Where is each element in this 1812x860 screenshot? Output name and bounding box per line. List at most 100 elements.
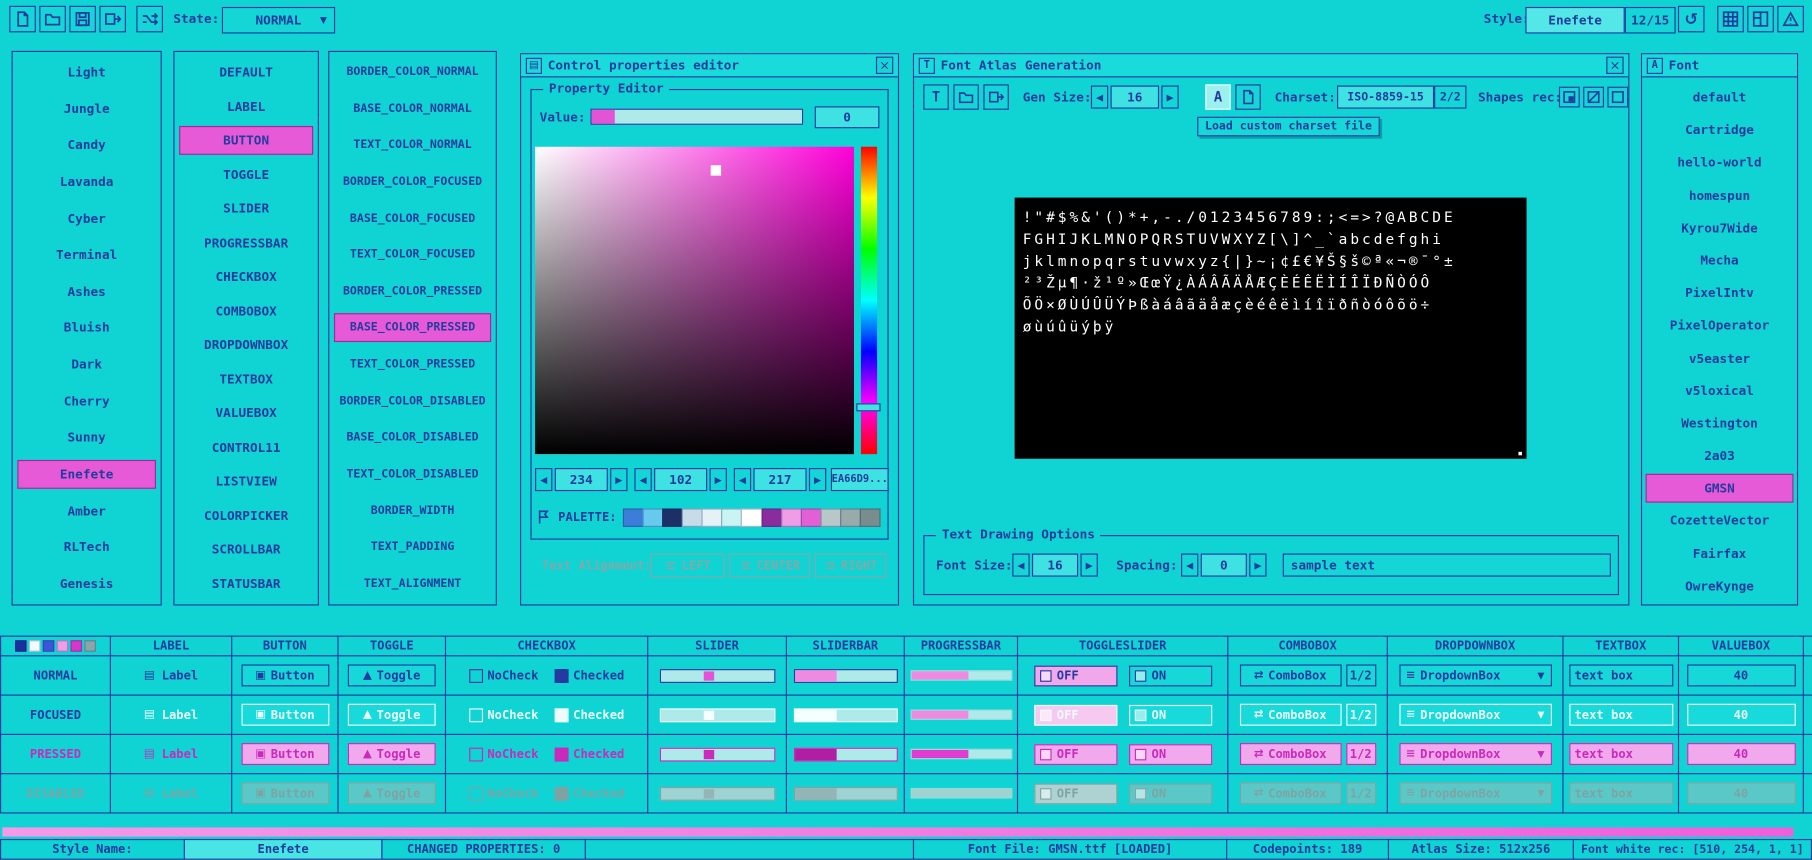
new-style-button[interactable] <box>9 6 36 33</box>
style-list-item[interactable]: Terminal <box>17 241 156 270</box>
style-list-item[interactable]: Bluish <box>17 314 156 343</box>
slider-preview[interactable] <box>659 708 775 722</box>
control-list-item[interactable]: SLIDER <box>179 194 313 223</box>
checkbox-unchecked-preview[interactable]: NoCheck <box>469 747 539 761</box>
close-button[interactable]: × <box>876 57 893 74</box>
property-list-item[interactable]: BASE_COLOR_DISABLED <box>334 423 491 452</box>
style-list-item[interactable]: Amber <box>17 497 156 526</box>
combobox-preview[interactable]: ⇄ComboBox <box>1239 782 1341 804</box>
font-list-item[interactable]: Kyrou7Wide <box>1646 213 1794 242</box>
checkbox-checked-preview[interactable]: Checked <box>555 747 625 761</box>
gen-size-decrement-button[interactable]: ◀ <box>1091 86 1108 109</box>
value-box[interactable]: 0 <box>815 106 880 128</box>
font-size-box[interactable]: 16 <box>1032 554 1078 577</box>
toggleslider-off-preview[interactable]: OFF <box>1034 704 1117 725</box>
button-preview[interactable]: ▣Button <box>241 743 329 765</box>
textbox-preview[interactable]: text box <box>1569 664 1673 686</box>
button-preview[interactable]: ▣Button <box>241 704 329 726</box>
valuebox-preview[interactable]: 40 <box>1687 743 1796 765</box>
font-list-item[interactable]: Cartridge <box>1646 116 1794 145</box>
palette-swatch[interactable] <box>643 508 664 526</box>
control-list-item[interactable]: TOGGLE <box>179 160 313 189</box>
sliderbar-preview[interactable] <box>793 669 897 683</box>
style-list-item-selected[interactable]: Enefete <box>17 460 156 489</box>
property-list-item[interactable]: BASE_COLOR_FOCUSED <box>334 204 491 233</box>
font-list-item[interactable]: PixelIntv <box>1646 279 1794 308</box>
font-list-item[interactable]: CozetteVector <box>1646 507 1794 536</box>
toggleslider-on-preview[interactable]: ON <box>1128 704 1211 725</box>
control-list-item[interactable]: LISTVIEW <box>179 467 313 496</box>
property-list-item[interactable]: TEXT_ALIGNMENT <box>334 570 491 599</box>
color-picker-cursor[interactable] <box>711 165 721 175</box>
align-center-button[interactable]: CENTER <box>729 554 810 578</box>
font-list-item[interactable]: default <box>1646 83 1794 112</box>
green-increment-button[interactable]: ▶ <box>710 468 727 491</box>
align-right-button[interactable]: RIGHT <box>815 554 887 578</box>
slider-thumb[interactable] <box>703 789 713 798</box>
checkbox-unchecked-preview[interactable]: NoCheck <box>469 669 539 683</box>
close-button[interactable]: × <box>1606 57 1623 74</box>
random-style-button[interactable] <box>136 6 163 33</box>
palette-swatch[interactable] <box>623 508 644 526</box>
font-list-item[interactable]: PixelOperator <box>1646 311 1794 340</box>
font-list-item[interactable]: OwreKynge <box>1646 572 1794 601</box>
property-list-item[interactable]: BORDER_COLOR_DISABLED <box>334 387 491 416</box>
sliderbar-preview[interactable] <box>793 747 897 761</box>
palette-swatch[interactable] <box>702 508 723 526</box>
font-atlas-titlebar[interactable]: T Font Atlas Generation × <box>914 54 1628 77</box>
slider-thumb[interactable] <box>703 671 713 680</box>
valuebox-preview[interactable]: 40 <box>1687 782 1796 804</box>
style-list-item[interactable]: Cherry <box>17 387 156 416</box>
font-window-titlebar[interactable]: A Font <box>1642 54 1797 77</box>
align-left-button[interactable]: LEFT <box>651 554 725 578</box>
charset-box[interactable]: ISO-8859-15 <box>1337 86 1434 109</box>
hex-value-box[interactable]: EA66D9... <box>831 468 889 491</box>
property-list-item[interactable]: TEXT_COLOR_PRESSED <box>334 350 491 379</box>
style-list-item[interactable]: Lavanda <box>17 167 156 196</box>
style-list-item[interactable]: Sunny <box>17 423 156 452</box>
combobox-preview[interactable]: ⇄ComboBox <box>1239 704 1341 726</box>
dropdownbox-preview[interactable]: ≡DropdownBox▼ <box>1399 782 1552 804</box>
palette-swatch[interactable] <box>741 508 762 526</box>
sliderbar-preview[interactable] <box>793 708 897 722</box>
about-button[interactable] <box>1777 6 1804 33</box>
control-list-item[interactable]: DROPDOWNBOX <box>179 331 313 360</box>
control-list-item[interactable]: STATUSBAR <box>179 570 313 599</box>
blue-decrement-button[interactable]: ◀ <box>734 468 751 491</box>
palette-swatch[interactable] <box>761 508 782 526</box>
spacing-box[interactable]: 0 <box>1201 554 1247 577</box>
export-style-button[interactable] <box>99 6 126 33</box>
combobox-preview[interactable]: ⇄ComboBox <box>1239 743 1341 765</box>
valuebox-preview[interactable]: 40 <box>1687 704 1796 726</box>
control-list-item[interactable]: PROGRESSBAR <box>179 228 313 257</box>
load-font-button[interactable] <box>953 84 978 109</box>
shapes-rec-white-button[interactable] <box>1559 87 1580 108</box>
dropdownbox-preview[interactable]: ≡DropdownBox▼ <box>1399 704 1552 726</box>
style-list-item[interactable]: RLTech <box>17 533 156 562</box>
style-list-item[interactable]: Ashes <box>17 277 156 306</box>
hue-bar-handle[interactable] <box>856 403 880 411</box>
spacing-increment-button[interactable]: ▶ <box>1249 554 1266 577</box>
slider-thumb[interactable] <box>703 749 713 758</box>
property-list-item[interactable]: BORDER_COLOR_NORMAL <box>334 58 491 87</box>
style-list-item[interactable]: Jungle <box>17 94 156 123</box>
control-list-item[interactable]: CONTROL11 <box>179 433 313 462</box>
textbox-preview[interactable]: text box <box>1569 743 1673 765</box>
dropdownbox-preview[interactable]: ≡DropdownBox▼ <box>1399 743 1552 765</box>
slider-preview[interactable] <box>659 669 775 683</box>
green-decrement-button[interactable]: ◀ <box>634 468 651 491</box>
font-list-item[interactable]: Mecha <box>1646 246 1794 275</box>
palette-swatch[interactable] <box>800 508 821 526</box>
valuebox-preview[interactable]: 40 <box>1687 664 1796 686</box>
hue-bar[interactable] <box>861 147 877 454</box>
charset-file-button[interactable] <box>1235 84 1260 109</box>
control-list-item[interactable]: CHECKBOX <box>179 263 313 292</box>
toggleslider-off-preview[interactable]: OFF <box>1034 783 1117 804</box>
sample-text-input[interactable]: sample text <box>1283 554 1611 577</box>
property-list-item[interactable]: TEXT_COLOR_NORMAL <box>334 131 491 160</box>
font-size-increment-button[interactable]: ▶ <box>1080 554 1097 577</box>
combobox-count[interactable]: 1/2 <box>1346 743 1376 765</box>
property-list-item[interactable]: BASE_COLOR_NORMAL <box>334 94 491 123</box>
gen-size-box[interactable]: 16 <box>1111 86 1160 109</box>
font-list-item[interactable]: hello-world <box>1646 148 1794 177</box>
